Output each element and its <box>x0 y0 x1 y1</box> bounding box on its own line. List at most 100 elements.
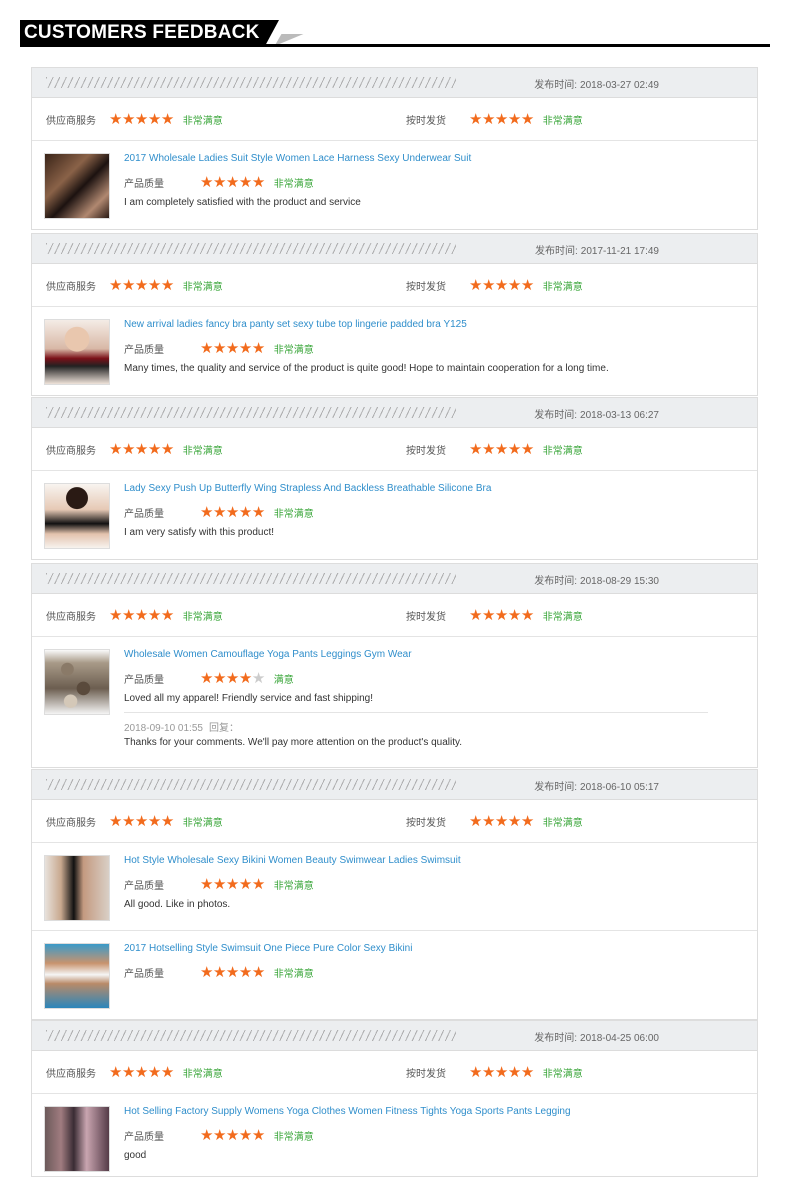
star-filled-icon: ★ <box>251 875 265 893</box>
star-filled-icon: ★ <box>160 812 174 830</box>
product-thumbnail[interactable] <box>44 943 110 1009</box>
product-title-link[interactable]: 2017 Hotselling Style Swimsuit One Piece… <box>124 943 412 954</box>
star-filled-icon: ★ <box>200 963 213 981</box>
ratings-row: 供应商服务 ★★★★★ 非常满意 按时发货 ★★★★★ 非常满意 <box>32 1051 757 1094</box>
star-rating: ★★★★★ <box>109 606 174 624</box>
star-filled-icon: ★ <box>121 1063 135 1081</box>
product-thumbnail[interactable] <box>44 855 110 921</box>
star-filled-icon: ★ <box>212 875 226 893</box>
star-filled-icon: ★ <box>225 669 239 687</box>
star-filled-icon: ★ <box>225 339 239 357</box>
product-review: Wholesale Women Camouflage Yoga Pants Le… <box>32 637 757 767</box>
review-comment: I am very satisfy with this product! <box>124 527 275 538</box>
star-filled-icon: ★ <box>109 110 122 128</box>
product-thumbnail[interactable] <box>44 483 110 549</box>
product-thumbnail[interactable] <box>44 1106 110 1172</box>
star-filled-icon: ★ <box>160 440 174 458</box>
product-title-link[interactable]: Hot Selling Factory Supply Womens Yoga C… <box>124 1106 571 1117</box>
rating-label: 产品质量 <box>124 345 164 356</box>
star-filled-icon: ★ <box>109 812 122 830</box>
date-value: 2018-08-29 15:30 <box>580 576 659 587</box>
product-thumbnail[interactable] <box>44 649 110 715</box>
star-rating: ★★★★★ <box>469 440 534 458</box>
product-image <box>45 484 109 548</box>
product-title-link[interactable]: Lady Sexy Push Up Butterfly Wing Straple… <box>124 483 491 494</box>
buyer-name-masked <box>46 573 456 584</box>
rating-text: 非常满意 <box>273 1132 314 1143</box>
star-rating: ★★★★★ <box>200 339 265 357</box>
rating-text: 非常满意 <box>182 116 223 127</box>
rating-label: 按时发货 <box>406 446 446 457</box>
star-rating: ★★★★★ <box>109 812 174 830</box>
rating-label: 产品质量 <box>124 1132 164 1143</box>
product-review: Lady Sexy Push Up Butterfly Wing Straple… <box>32 471 757 559</box>
star-filled-icon: ★ <box>160 1063 174 1081</box>
feedback-date: 发布时间: 2018-08-29 15:30 <box>534 572 659 587</box>
star-filled-icon: ★ <box>481 110 495 128</box>
star-rating: ★★★★★ <box>200 173 265 191</box>
star-filled-icon: ★ <box>238 875 252 893</box>
page-title: CUSTOMERS FEEDBACK <box>20 20 265 46</box>
product-thumbnail[interactable] <box>44 319 110 385</box>
rating-label: 按时发货 <box>406 1069 446 1080</box>
star-filled-icon: ★ <box>134 440 148 458</box>
star-filled-icon: ★ <box>109 440 122 458</box>
star-filled-icon: ★ <box>134 1063 148 1081</box>
review-comment: Many times, the quality and service of t… <box>124 363 609 374</box>
star-filled-icon: ★ <box>225 173 239 191</box>
star-filled-icon: ★ <box>494 440 508 458</box>
star-filled-icon: ★ <box>147 812 161 830</box>
star-filled-icon: ★ <box>469 110 482 128</box>
star-filled-icon: ★ <box>225 875 239 893</box>
star-filled-icon: ★ <box>200 339 213 357</box>
feedback-card: 发布时间: 2018-04-25 06:00 供应商服务 ★★★★★ 非常满意 按时发货 ★… <box>31 1020 758 1177</box>
product-title-link[interactable]: 2017 Wholesale Ladies Suit Style Women L… <box>124 153 471 164</box>
product-quality-rating: 产品质量 ★★★★★ 非常满意 <box>124 1126 314 1144</box>
rating-label: 按时发货 <box>406 612 446 623</box>
feedback-header: 发布时间: 2017-11-21 17:49 <box>32 234 757 264</box>
review-comment: All good. Like in photos. <box>124 899 231 910</box>
star-filled-icon: ★ <box>507 1063 521 1081</box>
star-filled-icon: ★ <box>469 440 482 458</box>
product-review: Hot Selling Factory Supply Womens Yoga C… <box>32 1094 757 1176</box>
star-filled-icon: ★ <box>520 440 534 458</box>
date-label: 发布时间: <box>534 576 578 587</box>
product-quality-rating: 产品质量 ★★★★★ 非常满意 <box>124 173 314 191</box>
buyer-name-masked <box>46 77 456 88</box>
star-filled-icon: ★ <box>212 173 226 191</box>
star-rating: ★★★★★ <box>469 812 534 830</box>
on-time-delivery-rating: 按时发货 ★★★★★ 非常满意 <box>406 812 583 830</box>
star-filled-icon: ★ <box>469 812 482 830</box>
star-filled-icon: ★ <box>251 1126 265 1144</box>
star-filled-icon: ★ <box>238 339 252 357</box>
rating-label: 产品质量 <box>124 969 164 980</box>
on-time-delivery-rating: 按时发货 ★★★★★ 非常满意 <box>406 1063 583 1081</box>
rating-label: 供应商服务 <box>46 818 96 829</box>
star-filled-icon: ★ <box>507 812 521 830</box>
date-value: 2018-03-13 06:27 <box>580 410 659 421</box>
star-filled-icon: ★ <box>212 503 226 521</box>
ratings-row: 供应商服务 ★★★★★ 非常满意 按时发货 ★★★★★ 非常满意 <box>32 264 757 307</box>
star-rating: ★★★★★ <box>109 440 174 458</box>
star-filled-icon: ★ <box>238 503 252 521</box>
product-title-link[interactable]: New arrival ladies fancy bra panty set s… <box>124 319 467 330</box>
star-filled-icon: ★ <box>469 606 482 624</box>
star-filled-icon: ★ <box>225 1126 239 1144</box>
star-filled-icon: ★ <box>200 875 213 893</box>
product-image <box>45 650 109 714</box>
rating-label: 按时发货 <box>406 116 446 127</box>
date-value: 2018-06-10 05:17 <box>580 782 659 793</box>
product-title-link[interactable]: Wholesale Women Camouflage Yoga Pants Le… <box>124 649 412 660</box>
star-filled-icon: ★ <box>251 503 265 521</box>
star-filled-icon: ★ <box>520 812 534 830</box>
star-filled-icon: ★ <box>481 276 495 294</box>
star-filled-icon: ★ <box>134 606 148 624</box>
star-filled-icon: ★ <box>238 1126 252 1144</box>
product-thumbnail[interactable] <box>44 153 110 219</box>
feedback-header: 发布时间: 2018-04-25 06:00 <box>32 1021 757 1051</box>
buyer-name-masked <box>46 779 456 790</box>
star-filled-icon: ★ <box>520 110 534 128</box>
supplier-service-rating: 供应商服务 ★★★★★ 非常满意 <box>46 812 223 830</box>
rating-label: 按时发货 <box>406 282 446 293</box>
product-title-link[interactable]: Hot Style Wholesale Sexy Bikini Women Be… <box>124 855 461 866</box>
